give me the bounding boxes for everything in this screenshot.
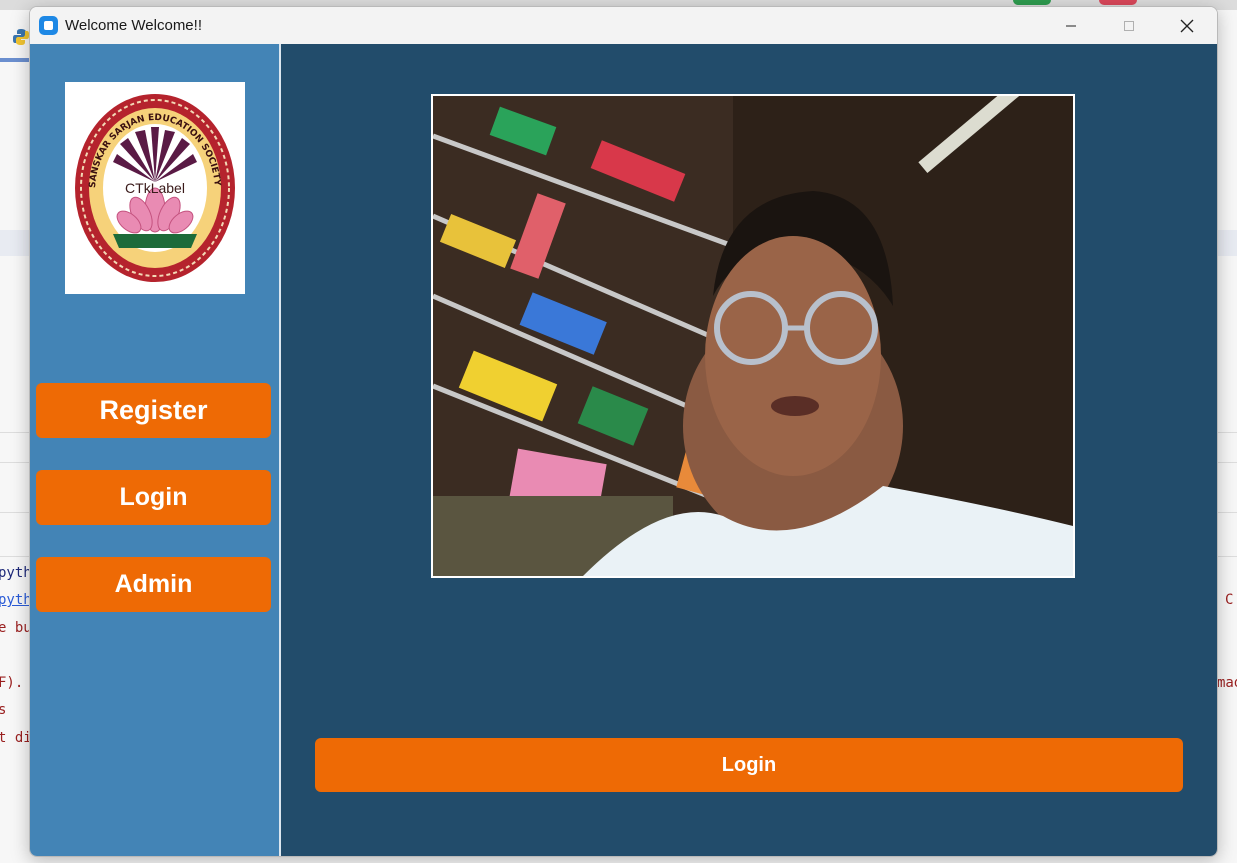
app-window: Welcome Welcome!! SANSKAR SARJAN EDUCATI…: [29, 6, 1218, 857]
close-icon: [1180, 19, 1194, 32]
code-line: F).: [0, 675, 24, 691]
code-line: t di: [0, 730, 32, 746]
code-line: e bu: [0, 620, 32, 636]
code-line: mad: [1217, 675, 1237, 691]
minimize-button[interactable]: [1042, 7, 1100, 44]
code-line: pyth: [0, 592, 32, 608]
close-button[interactable]: [1158, 7, 1216, 44]
sidebar-login-button[interactable]: Login: [36, 470, 271, 525]
main-panel: Login: [281, 44, 1217, 856]
maximize-icon: [1124, 20, 1134, 31]
red-indicator: [1099, 0, 1137, 5]
app-icon: [39, 16, 58, 35]
sidebar: SANSKAR SARJAN EDUCATION SOCIETY CTkLabe…: [30, 44, 281, 856]
minimize-icon: [1066, 25, 1076, 26]
code-line: pyth: [0, 565, 32, 581]
society-logo: SANSKAR SARJAN EDUCATION SOCIETY CTkLabe…: [65, 82, 245, 294]
admin-button[interactable]: Admin: [36, 557, 271, 612]
python-icon: [13, 29, 29, 45]
register-button[interactable]: Register: [36, 383, 271, 438]
maximize-button[interactable]: [1100, 7, 1158, 44]
camera-feed: [431, 94, 1075, 578]
green-indicator: [1013, 0, 1051, 5]
window-title: Welcome Welcome!!: [65, 17, 202, 34]
code-line: s: [0, 702, 7, 718]
ide-tab-indicator: [0, 58, 30, 62]
title-bar[interactable]: Welcome Welcome!!: [30, 7, 1217, 44]
login-button[interactable]: Login: [315, 738, 1183, 792]
camera-frame-image: [433, 96, 1073, 576]
logo-label: CTkLabel: [125, 180, 185, 196]
code-line: C: [1225, 592, 1234, 608]
